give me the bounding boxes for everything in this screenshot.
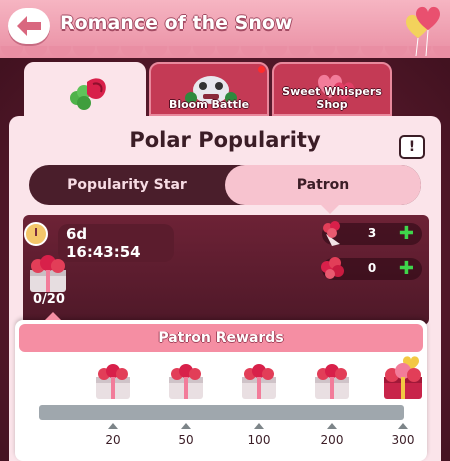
back-button[interactable] [8, 8, 50, 44]
milestone-label: 200 [320, 433, 344, 447]
switch-option-popularity-star[interactable]: Popularity Star [29, 165, 225, 205]
reward-gift-icon[interactable] [239, 363, 279, 401]
reward-gift-icon[interactable] [312, 363, 352, 401]
rose-bunch-icon [321, 257, 344, 279]
add-rose-bunch-button[interactable]: ✚ [399, 260, 414, 278]
tab-bloom-battle[interactable]: Bloom Battle [149, 62, 269, 116]
bouquet-icon [323, 221, 340, 246]
tab-polar-popularity[interactable] [24, 62, 146, 120]
rewards-title: Patron Rewards [19, 324, 423, 352]
tab-label: Sweet Whispers Shop [282, 85, 382, 111]
milestone-label: 300 [391, 433, 415, 447]
resource-bouquet: 3 ✚ [322, 221, 422, 246]
rewards-progress-track [39, 405, 404, 420]
clock-icon [24, 222, 48, 246]
milestone-tick [398, 423, 408, 429]
back-arrow-icon [17, 16, 41, 36]
switch-pointer [321, 205, 339, 214]
milestone-label: 50 [178, 433, 194, 447]
resource-rose-bunch: 0 ✚ [321, 257, 422, 280]
event-timer: 6d 16:43:54 [24, 222, 174, 262]
tab-label: Bloom Battle [168, 98, 250, 111]
info-button[interactable]: ! [399, 135, 425, 159]
patron-rewards-card: Patron Rewards 20 50 100 200 300 [15, 312, 427, 461]
patron-progress: 0/20 [33, 292, 65, 307]
milestone-label: 100 [247, 433, 271, 447]
tab-sweet-whispers-shop[interactable]: Sweet Whispers Shop [272, 62, 392, 116]
resource-count: 0 [367, 261, 377, 275]
card-pointer [45, 312, 61, 320]
milestone-label: 20 [105, 433, 121, 447]
milestone-tick [327, 423, 337, 429]
header-scallop-edge [0, 46, 450, 62]
reward-gift-icon[interactable] [93, 363, 133, 401]
add-bouquet-button[interactable]: ✚ [399, 225, 414, 243]
milestone-tick [254, 423, 264, 429]
notification-dot [258, 66, 265, 73]
resource-count: 3 [367, 226, 377, 240]
switch-option-patron[interactable]: Patron [225, 165, 421, 205]
reward-gift-icon[interactable] [166, 363, 206, 401]
page-title: Romance of the Snow [60, 12, 293, 34]
mode-switch: Popularity Star Patron [29, 165, 421, 214]
milestone-tick [108, 423, 118, 429]
reward-grand-gift-icon[interactable] [381, 355, 425, 401]
timer-text: 6d 16:43:54 [58, 224, 174, 262]
heart-balloons-icon [406, 6, 440, 56]
panel-title: Polar Popularity [129, 128, 321, 152]
rose-clover-icon [70, 78, 106, 110]
gift-box-icon [30, 255, 66, 292]
milestone-tick [181, 423, 191, 429]
